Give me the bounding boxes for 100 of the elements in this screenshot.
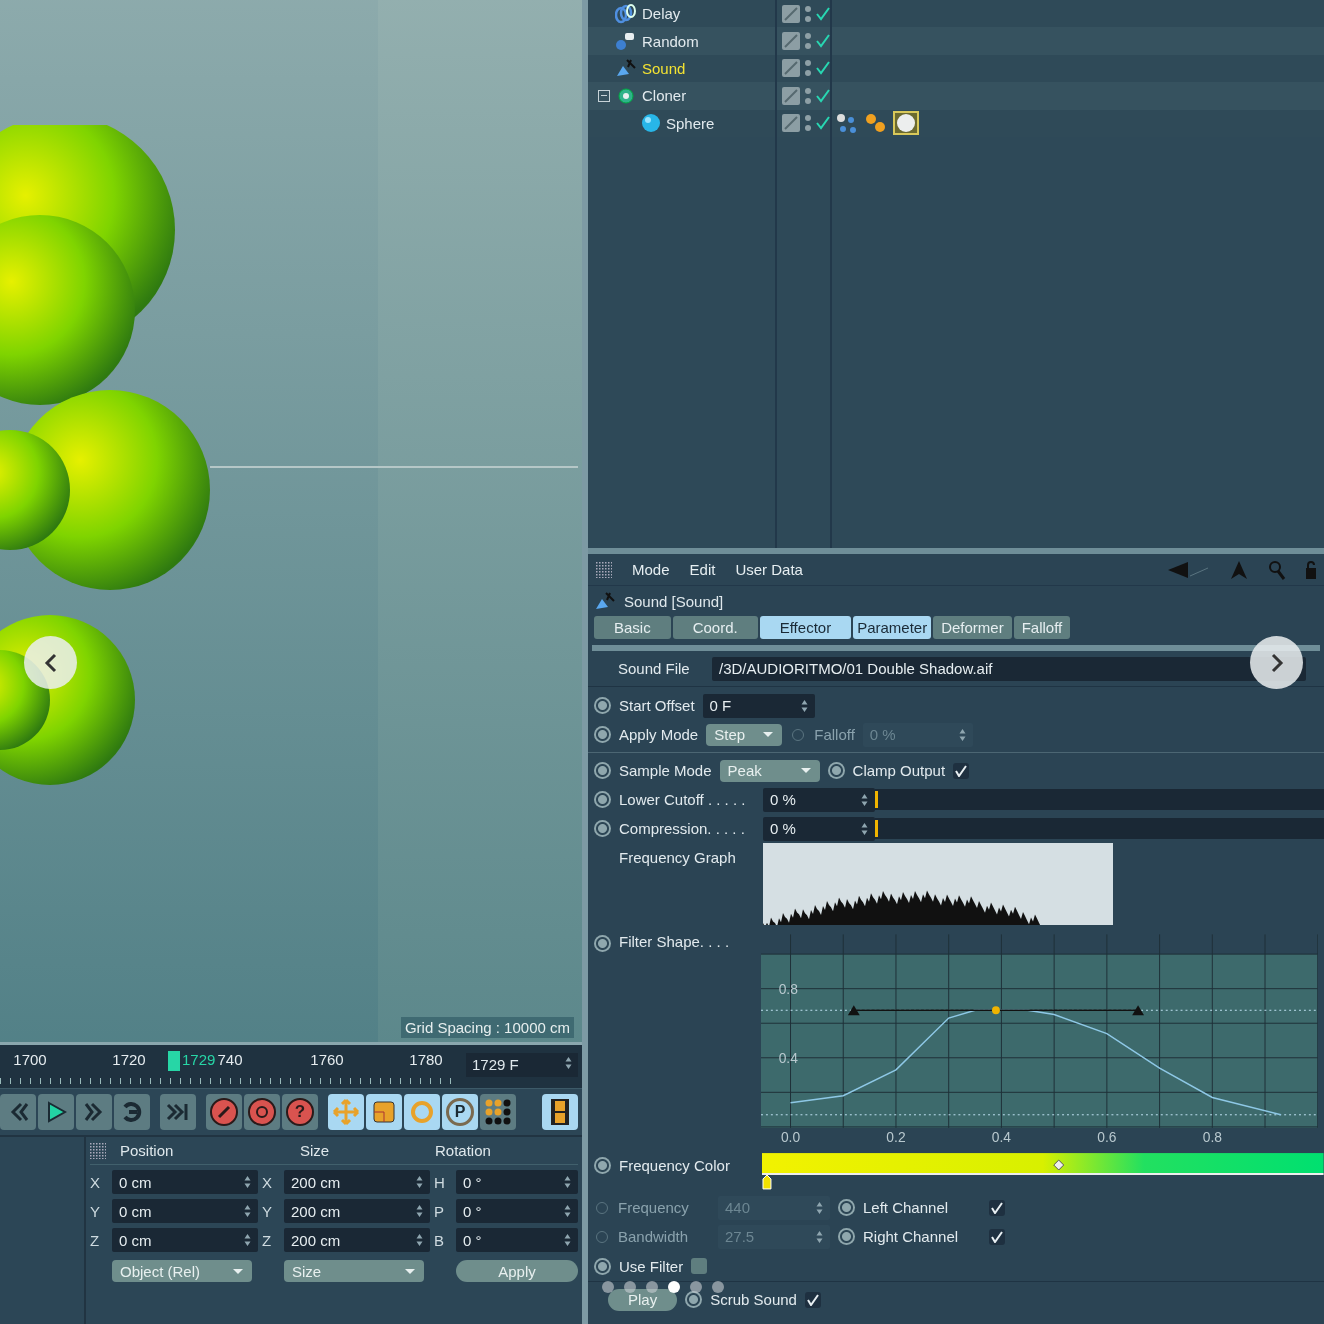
- enabled-check-icon[interactable]: [816, 88, 830, 103]
- animate-toggle[interactable]: [594, 820, 611, 837]
- visibility-dots-icon[interactable]: [804, 3, 812, 24]
- animate-toggle[interactable]: [594, 762, 611, 779]
- tab[interactable]: Deformer: [933, 616, 1012, 639]
- enabled-check-icon[interactable]: [816, 61, 830, 76]
- slide-dot[interactable]: [712, 1281, 724, 1293]
- object-name[interactable]: Sound: [642, 59, 686, 77]
- checkbox[interactable]: [989, 1228, 1005, 1245]
- spinner-icon[interactable]: [565, 1056, 572, 1070]
- animate-toggle[interactable]: [685, 1291, 703, 1308]
- animate-toggle[interactable]: [838, 1199, 855, 1216]
- menu-item[interactable]: Edit: [689, 561, 716, 578]
- slide-dot[interactable]: [690, 1281, 702, 1293]
- coordinate-field[interactable]: 0 °: [456, 1170, 578, 1194]
- slide-dot[interactable]: [602, 1281, 614, 1293]
- slider-handle[interactable]: [875, 820, 878, 837]
- edit-layer-icon[interactable]: [782, 4, 800, 23]
- coordinate-field[interactable]: 0 °: [456, 1228, 578, 1252]
- spinner-icon[interactable]: [416, 1233, 423, 1247]
- start-offset-field[interactable]: 0 F: [702, 693, 815, 718]
- coordinate-field[interactable]: 0 cm: [112, 1170, 258, 1194]
- key-record-button[interactable]: [206, 1094, 242, 1130]
- coordinate-field[interactable]: 0 cm: [112, 1199, 258, 1223]
- edit-layer-icon[interactable]: [782, 59, 800, 78]
- spinner-icon[interactable]: [816, 1229, 823, 1244]
- visibility-dots-icon[interactable]: [804, 85, 812, 106]
- back-arrow-icon[interactable]: [1166, 559, 1210, 580]
- prev-button[interactable]: [0, 1094, 36, 1130]
- sound-file-field[interactable]: /3D/AUDIORITMO/01 Double Shadow.aif: [712, 656, 1306, 681]
- animate-toggle[interactable]: [838, 1228, 855, 1245]
- object-name[interactable]: Cloner: [642, 87, 687, 105]
- checkbox[interactable]: [804, 1291, 821, 1308]
- percent-field[interactable]: 0 %: [763, 787, 875, 812]
- curve-point[interactable]: [992, 1006, 1001, 1015]
- visibility-dots-icon[interactable]: [804, 31, 812, 52]
- timeline-ruler[interactable]: 1700 1720 1729740 1760 1780 1729 F: [0, 1045, 582, 1089]
- film-button[interactable]: [542, 1094, 578, 1130]
- tab[interactable]: Coord.: [672, 616, 758, 639]
- end-button[interactable]: [160, 1094, 196, 1130]
- tab[interactable]: Basic: [594, 616, 671, 639]
- edit-layer-icon[interactable]: [782, 32, 800, 51]
- collapse-toggle[interactable]: [598, 89, 610, 102]
- animate-toggle[interactable]: [594, 726, 611, 743]
- animate-toggle[interactable]: [594, 1257, 611, 1275]
- slider-handle[interactable]: [875, 791, 878, 808]
- coordinate-field[interactable]: 200 cm: [284, 1170, 430, 1194]
- tab[interactable]: Falloff: [1013, 616, 1071, 639]
- spinner-icon[interactable]: [816, 1200, 823, 1215]
- visibility-dots-icon[interactable]: [804, 113, 812, 134]
- spinner-icon[interactable]: [244, 1204, 251, 1218]
- tangent-handle[interactable]: [848, 1005, 1145, 1016]
- menu-item[interactable]: Mode: [632, 561, 670, 578]
- spinner-icon[interactable]: [861, 821, 868, 836]
- object-name[interactable]: Sphere: [666, 114, 715, 132]
- spinner-icon[interactable]: [564, 1175, 571, 1189]
- checkbox[interactable]: [691, 1258, 708, 1274]
- slide-dot[interactable]: [646, 1281, 658, 1293]
- slide-dot[interactable]: [624, 1281, 636, 1293]
- spinner-icon[interactable]: [958, 727, 966, 742]
- tab[interactable]: Effector: [759, 616, 852, 639]
- percent-field[interactable]: 0 %: [763, 816, 875, 841]
- animate-toggle[interactable]: [594, 697, 611, 714]
- object-name[interactable]: Random: [642, 32, 699, 50]
- edit-layer-icon[interactable]: [782, 86, 800, 105]
- enabled-check-icon[interactable]: [816, 6, 830, 21]
- spinner-icon[interactable]: [416, 1204, 423, 1218]
- menu-item[interactable]: User Data: [735, 561, 803, 578]
- checkbox[interactable]: [953, 762, 970, 779]
- enabled-check-icon[interactable]: [816, 116, 830, 131]
- checkbox[interactable]: [989, 1199, 1005, 1216]
- spinner-icon[interactable]: [564, 1204, 571, 1218]
- visibility-dots-icon[interactable]: [804, 58, 812, 79]
- spinner-icon[interactable]: [244, 1175, 251, 1189]
- points-mode-button[interactable]: [480, 1094, 516, 1130]
- next-button[interactable]: [76, 1094, 112, 1130]
- coordinate-field[interactable]: 200 cm: [284, 1199, 430, 1223]
- param-button[interactable]: P: [442, 1094, 478, 1130]
- scale-tool-button[interactable]: [366, 1094, 402, 1130]
- coordinate-field[interactable]: 0 cm: [112, 1228, 258, 1252]
- spinner-icon[interactable]: [861, 792, 868, 807]
- frame-field[interactable]: 1729 F: [466, 1053, 578, 1077]
- spinner-icon[interactable]: [564, 1233, 571, 1247]
- spinner-icon[interactable]: [416, 1175, 423, 1189]
- coordinate-field[interactable]: 200 cm: [284, 1228, 430, 1252]
- spinner-icon[interactable]: [800, 698, 808, 713]
- cloner-tag-icon[interactable]: [835, 112, 859, 135]
- edit-layer-icon[interactable]: [782, 114, 800, 133]
- animate-toggle[interactable]: [594, 1157, 611, 1174]
- animate-toggle[interactable]: [594, 791, 611, 808]
- coordinate-field[interactable]: 0 °: [456, 1199, 578, 1223]
- spinner-icon[interactable]: [244, 1233, 251, 1247]
- loop-button[interactable]: [114, 1094, 150, 1130]
- animate-toggle[interactable]: [827, 762, 845, 779]
- tab[interactable]: Parameter: [853, 616, 932, 639]
- auto-record-button[interactable]: [244, 1094, 280, 1130]
- play-button[interactable]: [38, 1094, 74, 1130]
- material-tag-icon[interactable]: [893, 111, 919, 136]
- viewport[interactable]: Grid Spacing : 10000 cm: [0, 0, 582, 1045]
- enabled-check-icon[interactable]: [816, 34, 830, 49]
